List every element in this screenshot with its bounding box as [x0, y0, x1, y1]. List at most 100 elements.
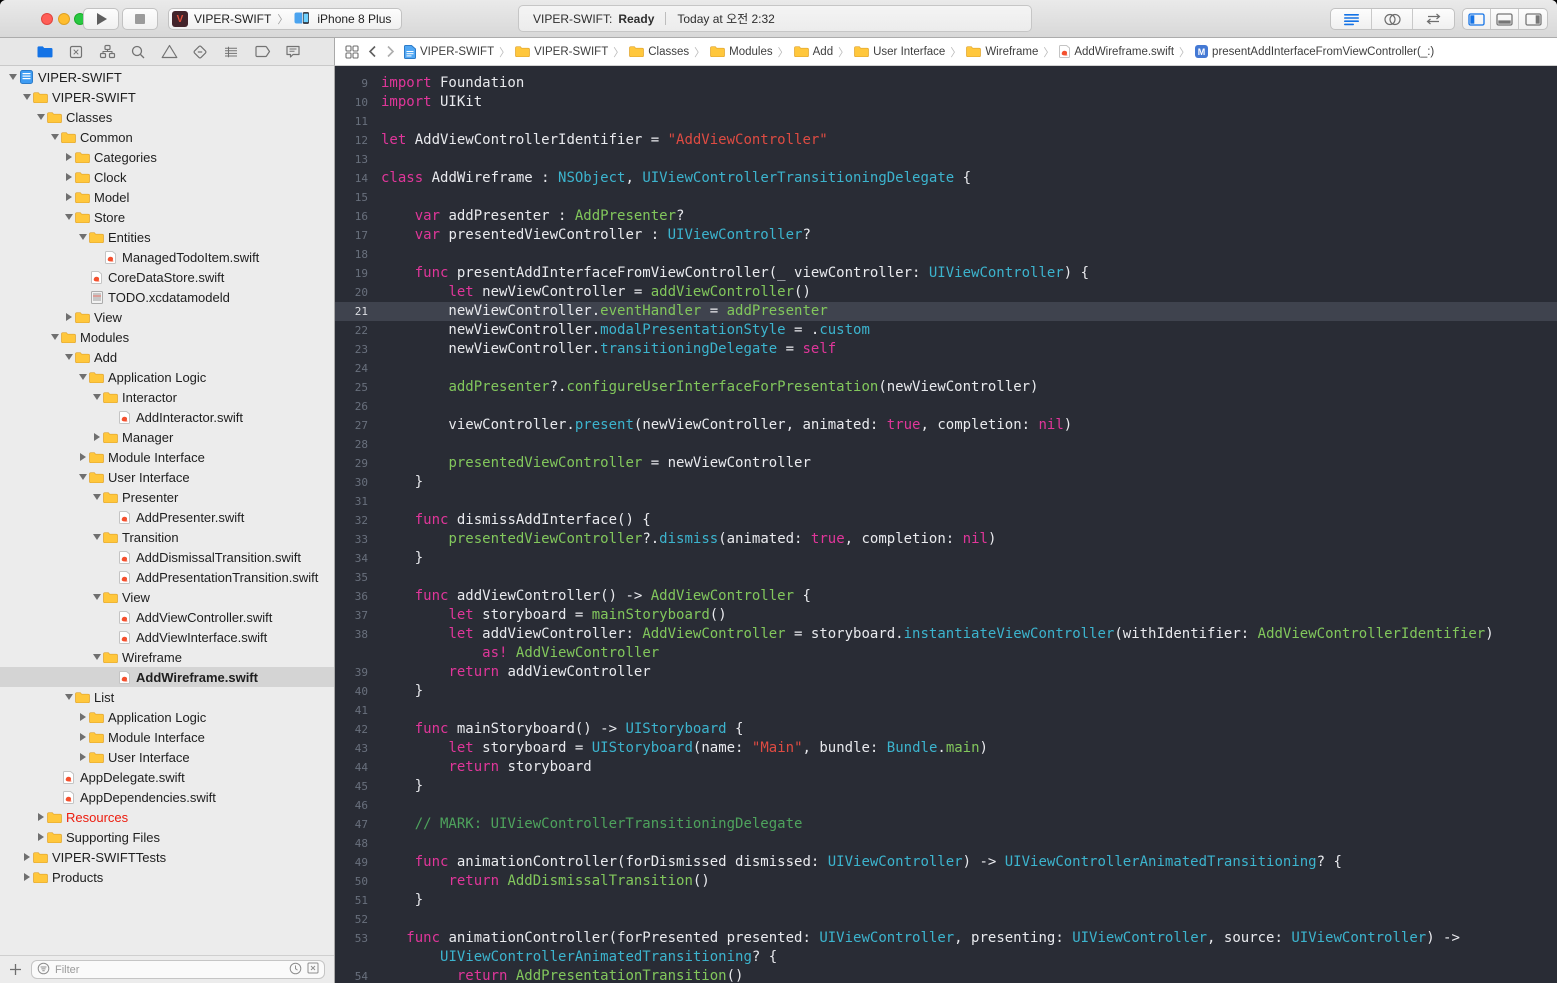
tree-item[interactable]: AddInteractor.swift	[0, 407, 334, 427]
disclosure-triangle-icon[interactable]	[8, 74, 18, 80]
code-line[interactable]: UIViewControllerAnimatedTransitioning? {	[335, 948, 1557, 967]
line-number[interactable]: 21	[335, 305, 368, 318]
code-line[interactable]: 41	[335, 701, 1557, 720]
tree-item[interactable]: AppDependencies.swift	[0, 787, 334, 807]
code-line[interactable]: 45 }	[335, 777, 1557, 796]
tree-item[interactable]: VIPER-SWIFTTests	[0, 847, 334, 867]
disclosure-triangle-icon[interactable]	[78, 453, 88, 461]
tree-item[interactable]: AppDelegate.swift	[0, 767, 334, 787]
disclosure-triangle-icon[interactable]	[64, 193, 74, 201]
code-line[interactable]: 31	[335, 492, 1557, 511]
breadcrumb-item[interactable]: Add	[793, 46, 833, 58]
disclosure-triangle-icon[interactable]	[64, 153, 74, 161]
toggle-navigator-button[interactable]	[1463, 9, 1491, 29]
code-line[interactable]: 28	[335, 435, 1557, 454]
tree-item[interactable]: Classes	[0, 107, 334, 127]
disclosure-triangle-icon[interactable]	[92, 394, 102, 400]
tree-item[interactable]: Clock	[0, 167, 334, 187]
code-line[interactable]: 26	[335, 397, 1557, 416]
tree-item[interactable]: AddPresenter.swift	[0, 507, 334, 527]
code-line[interactable]: 33 presentedViewController?.dismiss(anim…	[335, 530, 1557, 549]
project-navigator-icon[interactable]	[36, 45, 54, 59]
line-number[interactable]: 19	[335, 267, 368, 280]
tree-item[interactable]: AddWireframe.swift	[0, 667, 334, 687]
line-number[interactable]: 13	[335, 153, 368, 166]
tree-item[interactable]: VIPER-SWIFT	[0, 87, 334, 107]
line-number[interactable]: 32	[335, 514, 368, 527]
breadcrumb-item[interactable]: MpresentAddInterfaceFromViewController(_…	[1195, 45, 1434, 58]
stop-button[interactable]	[122, 8, 158, 30]
breadcrumb-item[interactable]: Classes	[629, 46, 689, 58]
disclosure-triangle-icon[interactable]	[92, 534, 102, 540]
line-number[interactable]: 22	[335, 324, 368, 337]
line-number[interactable]: 31	[335, 495, 368, 508]
line-number[interactable]: 45	[335, 780, 368, 793]
find-icon[interactable]	[129, 44, 147, 60]
line-number[interactable]: 12	[335, 134, 368, 147]
code-line[interactable]: 19 func presentAddInterfaceFromViewContr…	[335, 264, 1557, 283]
line-number[interactable]: 36	[335, 590, 368, 603]
tree-item[interactable]: View	[0, 307, 334, 327]
breadcrumb-item[interactable]: Modules	[710, 46, 773, 58]
code-editor[interactable]: 9 import Foundation 10 import UIKit 11 12 let …	[335, 66, 1557, 983]
filter-field[interactable]: Filter	[31, 960, 325, 979]
code-line[interactable]: 53 func animationController(forPresented…	[335, 929, 1557, 948]
code-line[interactable]: 34 }	[335, 549, 1557, 568]
code-line[interactable]: 10 import UIKit	[335, 93, 1557, 112]
line-number[interactable]: 30	[335, 476, 368, 489]
code-line[interactable]: 38 let addViewController: AddViewControl…	[335, 625, 1557, 644]
code-line[interactable]: 11	[335, 112, 1557, 131]
tree-item[interactable]: Transition	[0, 527, 334, 547]
breadcrumb-item[interactable]: AddWireframe.swift	[1059, 45, 1174, 58]
tree-item[interactable]: ManagedTodoItem.swift	[0, 247, 334, 267]
breadcrumb-item[interactable]: VIPER-SWIFT	[404, 44, 494, 59]
tree-item[interactable]: Supporting Files	[0, 827, 334, 847]
tree-item[interactable]: Presenter	[0, 487, 334, 507]
close-button[interactable]	[41, 13, 53, 25]
line-number[interactable]: 37	[335, 609, 368, 622]
disclosure-triangle-icon[interactable]	[78, 753, 88, 761]
line-number[interactable]: 24	[335, 362, 368, 375]
code-line[interactable]: 52	[335, 910, 1557, 929]
breadcrumb-item[interactable]: VIPER-SWIFT	[515, 46, 608, 58]
disclosure-triangle-icon[interactable]	[36, 813, 46, 821]
reports-icon[interactable]	[284, 44, 302, 59]
code-line[interactable]: 44 return storyboard	[335, 758, 1557, 777]
disclosure-triangle-icon[interactable]	[50, 134, 60, 140]
code-line[interactable]: 12 let AddViewControllerIdentifier = "Add…	[335, 131, 1557, 150]
tree-item[interactable]: User Interface	[0, 747, 334, 767]
scheme-selector[interactable]: V VIPER-SWIFT 〉 iPhone 8 Plus	[168, 8, 403, 30]
code-line[interactable]: 51 }	[335, 891, 1557, 910]
tree-item[interactable]: AddPresentationTransition.swift	[0, 567, 334, 587]
tree-item[interactable]: Common	[0, 127, 334, 147]
line-number[interactable]: 26	[335, 400, 368, 413]
code-line[interactable]: 9 import Foundation	[335, 74, 1557, 93]
disclosure-triangle-icon[interactable]	[22, 853, 32, 861]
code-line[interactable]: 24	[335, 359, 1557, 378]
code-line[interactable]: 35	[335, 568, 1557, 587]
disclosure-triangle-icon[interactable]	[92, 433, 102, 441]
line-number[interactable]: 28	[335, 438, 368, 451]
line-number[interactable]: 53	[335, 932, 368, 945]
symbol-navigator-icon[interactable]	[98, 44, 116, 59]
line-number[interactable]: 41	[335, 704, 368, 717]
line-number[interactable]: 46	[335, 799, 368, 812]
tree-item[interactable]: CoreDataStore.swift	[0, 267, 334, 287]
breadcrumb-item[interactable]: Wireframe	[966, 46, 1038, 58]
assistant-editor-button[interactable]	[1372, 9, 1413, 29]
line-number[interactable]: 9	[335, 77, 368, 90]
line-number[interactable]: 43	[335, 742, 368, 755]
line-number[interactable]: 11	[335, 115, 368, 128]
tree-item[interactable]: AddDismissalTransition.swift	[0, 547, 334, 567]
code-line[interactable]: 50 return AddDismissalTransition()	[335, 872, 1557, 891]
tree-item[interactable]: Categories	[0, 147, 334, 167]
code-line[interactable]: 20 let newViewController = addViewContro…	[335, 283, 1557, 302]
tree-item[interactable]: Manager	[0, 427, 334, 447]
back-button[interactable]	[368, 45, 377, 58]
code-line[interactable]: 30 }	[335, 473, 1557, 492]
code-line[interactable]: 16 var addPresenter : AddPresenter?	[335, 207, 1557, 226]
tree-item[interactable]: User Interface	[0, 467, 334, 487]
tree-item[interactable]: View	[0, 587, 334, 607]
code-line-highlighted[interactable]: 21 newViewController.eventHandler = addP…	[335, 302, 1557, 321]
line-number[interactable]: 50	[335, 875, 368, 888]
